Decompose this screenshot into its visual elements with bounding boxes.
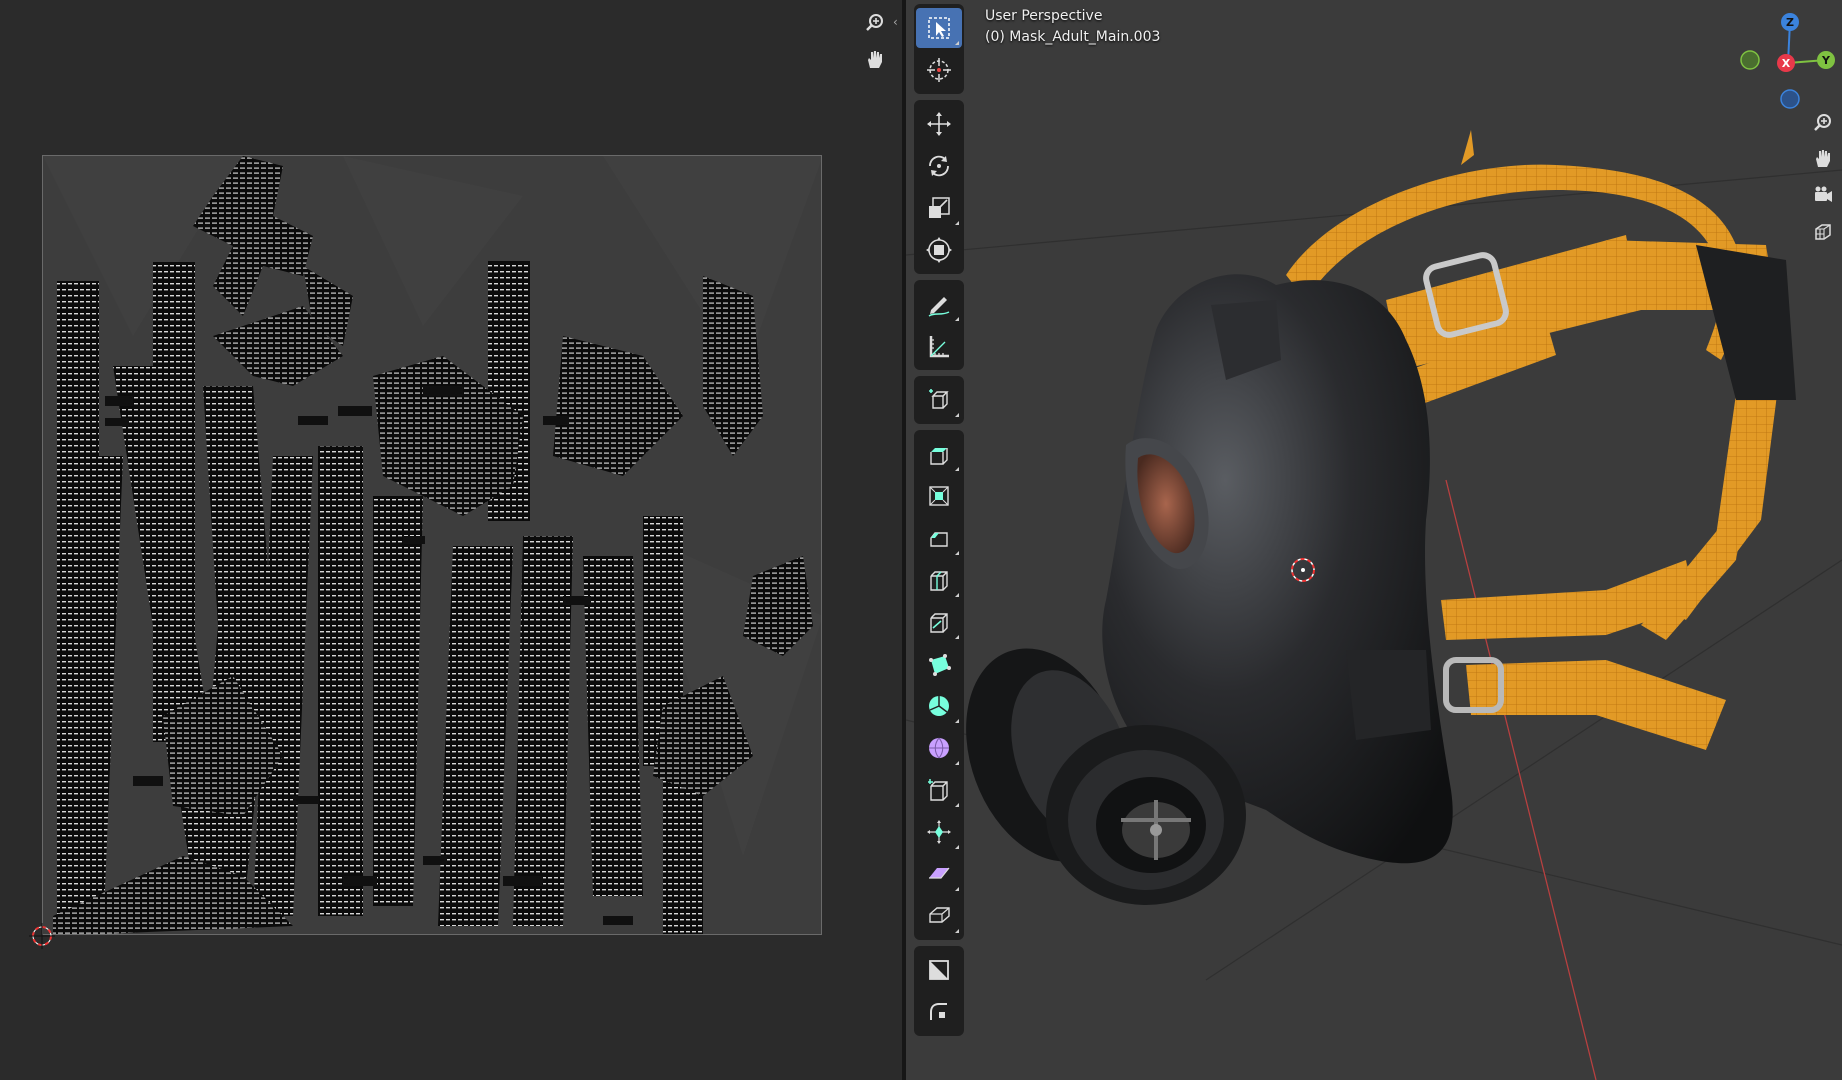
inset-icon	[929, 486, 949, 506]
measure-ruler-icon	[929, 336, 949, 358]
view-name-label: User Perspective	[985, 8, 1103, 24]
bevel-icon	[930, 532, 948, 547]
viewport-text-info: User Perspective (0) Mask_Adult_Main.003	[985, 6, 1160, 48]
tool-add-cube[interactable]	[916, 380, 962, 420]
poly-build-icon	[929, 654, 951, 676]
extrude-icon	[930, 448, 948, 465]
tool-shrink-fatten[interactable]	[916, 812, 962, 852]
camera-view-icon[interactable]	[1808, 180, 1838, 210]
crease-icon	[930, 1003, 947, 1020]
3d-viewport[interactable]: User Perspective (0) Mask_Adult_Main.003	[906, 0, 1842, 1080]
x-axis-line	[1445, 479, 1597, 1080]
tool-move[interactable]	[916, 104, 962, 144]
tool-measure[interactable]	[916, 326, 962, 366]
edge-slide-icon	[928, 779, 948, 801]
scale-icon	[929, 197, 950, 218]
tool-rotate[interactable]	[916, 146, 962, 186]
tool-edge-slide[interactable]	[916, 770, 962, 810]
smooth-sphere-icon	[929, 737, 949, 759]
tool-smooth[interactable]	[916, 728, 962, 768]
viewport-zoom-icon[interactable]	[1808, 108, 1838, 138]
ortho-grid-icon[interactable]	[1808, 217, 1838, 247]
tool-extrude-region[interactable]	[916, 434, 962, 474]
knife-icon	[930, 613, 948, 633]
shrink-fatten-icon	[927, 820, 951, 844]
uv-grid-canvas[interactable]	[42, 155, 822, 935]
annotate-pencil-icon	[928, 297, 950, 317]
axis-gizmo-icon: Z Y X	[1740, 13, 1835, 109]
tool-poly-build[interactable]	[916, 644, 962, 684]
uv-editor-area[interactable]: ‹	[0, 0, 902, 1080]
tool-transform[interactable]	[916, 230, 962, 270]
navigation-gizmo[interactable]: Z Y X	[1730, 4, 1840, 114]
loop-cut-icon	[930, 571, 948, 591]
tool-cursor[interactable]	[916, 50, 962, 90]
tool-sculpt-mode[interactable]	[916, 950, 962, 990]
tool-loop-cut[interactable]	[916, 560, 962, 600]
pan-hand-icon[interactable]	[860, 44, 890, 74]
tool-group-extra	[914, 946, 964, 1036]
rip-region-icon	[929, 907, 950, 923]
tool-select-box[interactable]	[916, 8, 962, 48]
tool-group-annotate	[914, 280, 964, 370]
cursor-icon	[927, 58, 951, 82]
uv-2d-cursor-icon	[29, 923, 55, 949]
uv-islands	[43, 156, 821, 934]
tool-rip-region[interactable]	[916, 896, 962, 936]
tool-knife[interactable]	[916, 602, 962, 642]
tool-crease[interactable]	[916, 992, 962, 1032]
tool-scale[interactable]	[916, 188, 962, 228]
move-icon	[927, 112, 951, 136]
gizmo-z-label: Z	[1786, 16, 1794, 29]
collapse-chevron-icon[interactable]: ‹	[893, 14, 902, 30]
add-cube-icon	[929, 389, 949, 409]
active-object-label: (0) Mask_Adult_Main.003	[985, 29, 1161, 45]
shear-icon	[929, 867, 950, 879]
tool-inset-faces[interactable]	[916, 476, 962, 516]
gizmo-x-label: X	[1782, 57, 1791, 70]
tool-shear[interactable]	[916, 854, 962, 894]
tool-group-mesh-edit	[914, 430, 964, 940]
gizmo-y-label: Y	[1821, 54, 1831, 67]
spin-icon	[929, 696, 949, 716]
sculpt-square-icon	[929, 960, 949, 980]
tool-spin[interactable]	[916, 686, 962, 726]
tool-bevel[interactable]	[916, 518, 962, 558]
tool-group-transform	[914, 100, 964, 274]
zoom-icon[interactable]	[860, 8, 890, 38]
rotate-icon	[929, 155, 949, 177]
select-box-icon	[928, 17, 950, 39]
viewport-scene	[906, 130, 1842, 1080]
tool-group-select	[914, 4, 964, 94]
tool-shelf	[914, 4, 964, 1042]
tool-group-add	[914, 376, 964, 424]
viewport-pan-hand-icon[interactable]	[1808, 143, 1838, 173]
transform-icon	[926, 237, 952, 263]
tool-annotate[interactable]	[916, 284, 962, 324]
